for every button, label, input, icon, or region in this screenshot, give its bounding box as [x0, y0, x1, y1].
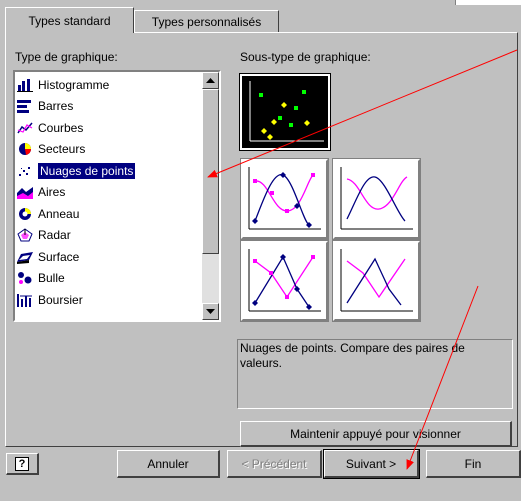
arrow-down-icon — [206, 308, 215, 314]
subtype-label: Sous-type de graphique: — [240, 50, 371, 64]
description-box: Nuages de points. Compare des paires de … — [237, 339, 513, 409]
help-button[interactable]: ? — [6, 453, 39, 475]
finish-button[interactable]: Fin — [426, 450, 521, 478]
subtype-smoothed-lines-markers[interactable] — [240, 158, 329, 240]
list-item-bulle[interactable]: Bulle — [15, 268, 201, 290]
list-item-courbes[interactable]: Courbes — [15, 117, 201, 139]
pie-chart-icon — [19, 143, 32, 156]
surface-chart-icon — [17, 251, 33, 264]
tab-types-personnalises-label: Types personnalisés — [151, 14, 262, 29]
smooth-lines-preview-icon — [340, 167, 413, 230]
scroll-up-button[interactable] — [202, 72, 219, 89]
radar-chart-icon — [17, 228, 33, 242]
scatter-preview-icon — [249, 81, 324, 142]
list-item-anneau[interactable]: Anneau — [15, 203, 201, 225]
doughnut-chart-icon — [19, 207, 31, 220]
chart-type-list[interactable]: Histogramme Barres Courbes Secteurs Nuag… — [13, 70, 221, 322]
scatter-chart-icon — [19, 166, 30, 176]
straight-markers-preview-icon — [248, 249, 321, 312]
list-item-nuages-de-points[interactable]: Nuages de points — [15, 160, 201, 182]
scroll-down-button[interactable] — [202, 303, 219, 320]
list-item-histogramme[interactable]: Histogramme — [15, 74, 201, 96]
list-item-barres[interactable]: Barres — [15, 96, 201, 118]
list-scrollbar[interactable] — [202, 72, 219, 320]
subtype-scatter-markers-only[interactable] — [239, 73, 331, 151]
list-item-surface[interactable]: Surface — [15, 246, 201, 268]
stock-chart-icon — [17, 293, 32, 307]
area-chart-icon — [17, 187, 33, 200]
list-item-boursier[interactable]: Boursier — [15, 289, 201, 311]
next-button[interactable]: Suivant > — [323, 449, 420, 479]
tab-types-personnalises[interactable]: Types personnalisés — [134, 10, 279, 32]
list-item-radar[interactable]: Radar — [15, 225, 201, 247]
help-icon: ? — [14, 456, 30, 471]
hold-to-preview-button[interactable]: Maintenir appuyé pour visionner — [240, 421, 512, 447]
line-chart-icon — [17, 122, 33, 134]
list-item-secteurs[interactable]: Secteurs — [15, 139, 201, 161]
description-text: Nuages de points. Compare des paires de … — [240, 341, 465, 370]
arrow-up-icon — [206, 77, 215, 83]
straight-lines-preview-icon — [340, 249, 413, 312]
list-item-aires[interactable]: Aires — [15, 182, 201, 204]
bubble-chart-icon — [18, 272, 32, 285]
cancel-button[interactable]: Annuler — [117, 450, 220, 478]
histogram-icon — [17, 78, 33, 92]
subtype-smoothed-lines[interactable] — [332, 158, 421, 240]
bar-chart-icon — [17, 100, 31, 114]
tab-types-standard[interactable]: Types standard — [5, 7, 134, 33]
scroll-thumb[interactable] — [202, 89, 219, 254]
chart-type-label: Type de graphique: — [15, 50, 118, 64]
window-edge — [455, 0, 521, 5]
previous-button[interactable]: < Précédent — [227, 450, 322, 478]
subtype-straight-lines-markers[interactable] — [240, 240, 329, 322]
smooth-markers-preview-icon — [248, 167, 321, 230]
subtype-straight-lines[interactable] — [332, 240, 421, 322]
tab-types-standard-label: Types standard — [28, 13, 111, 28]
